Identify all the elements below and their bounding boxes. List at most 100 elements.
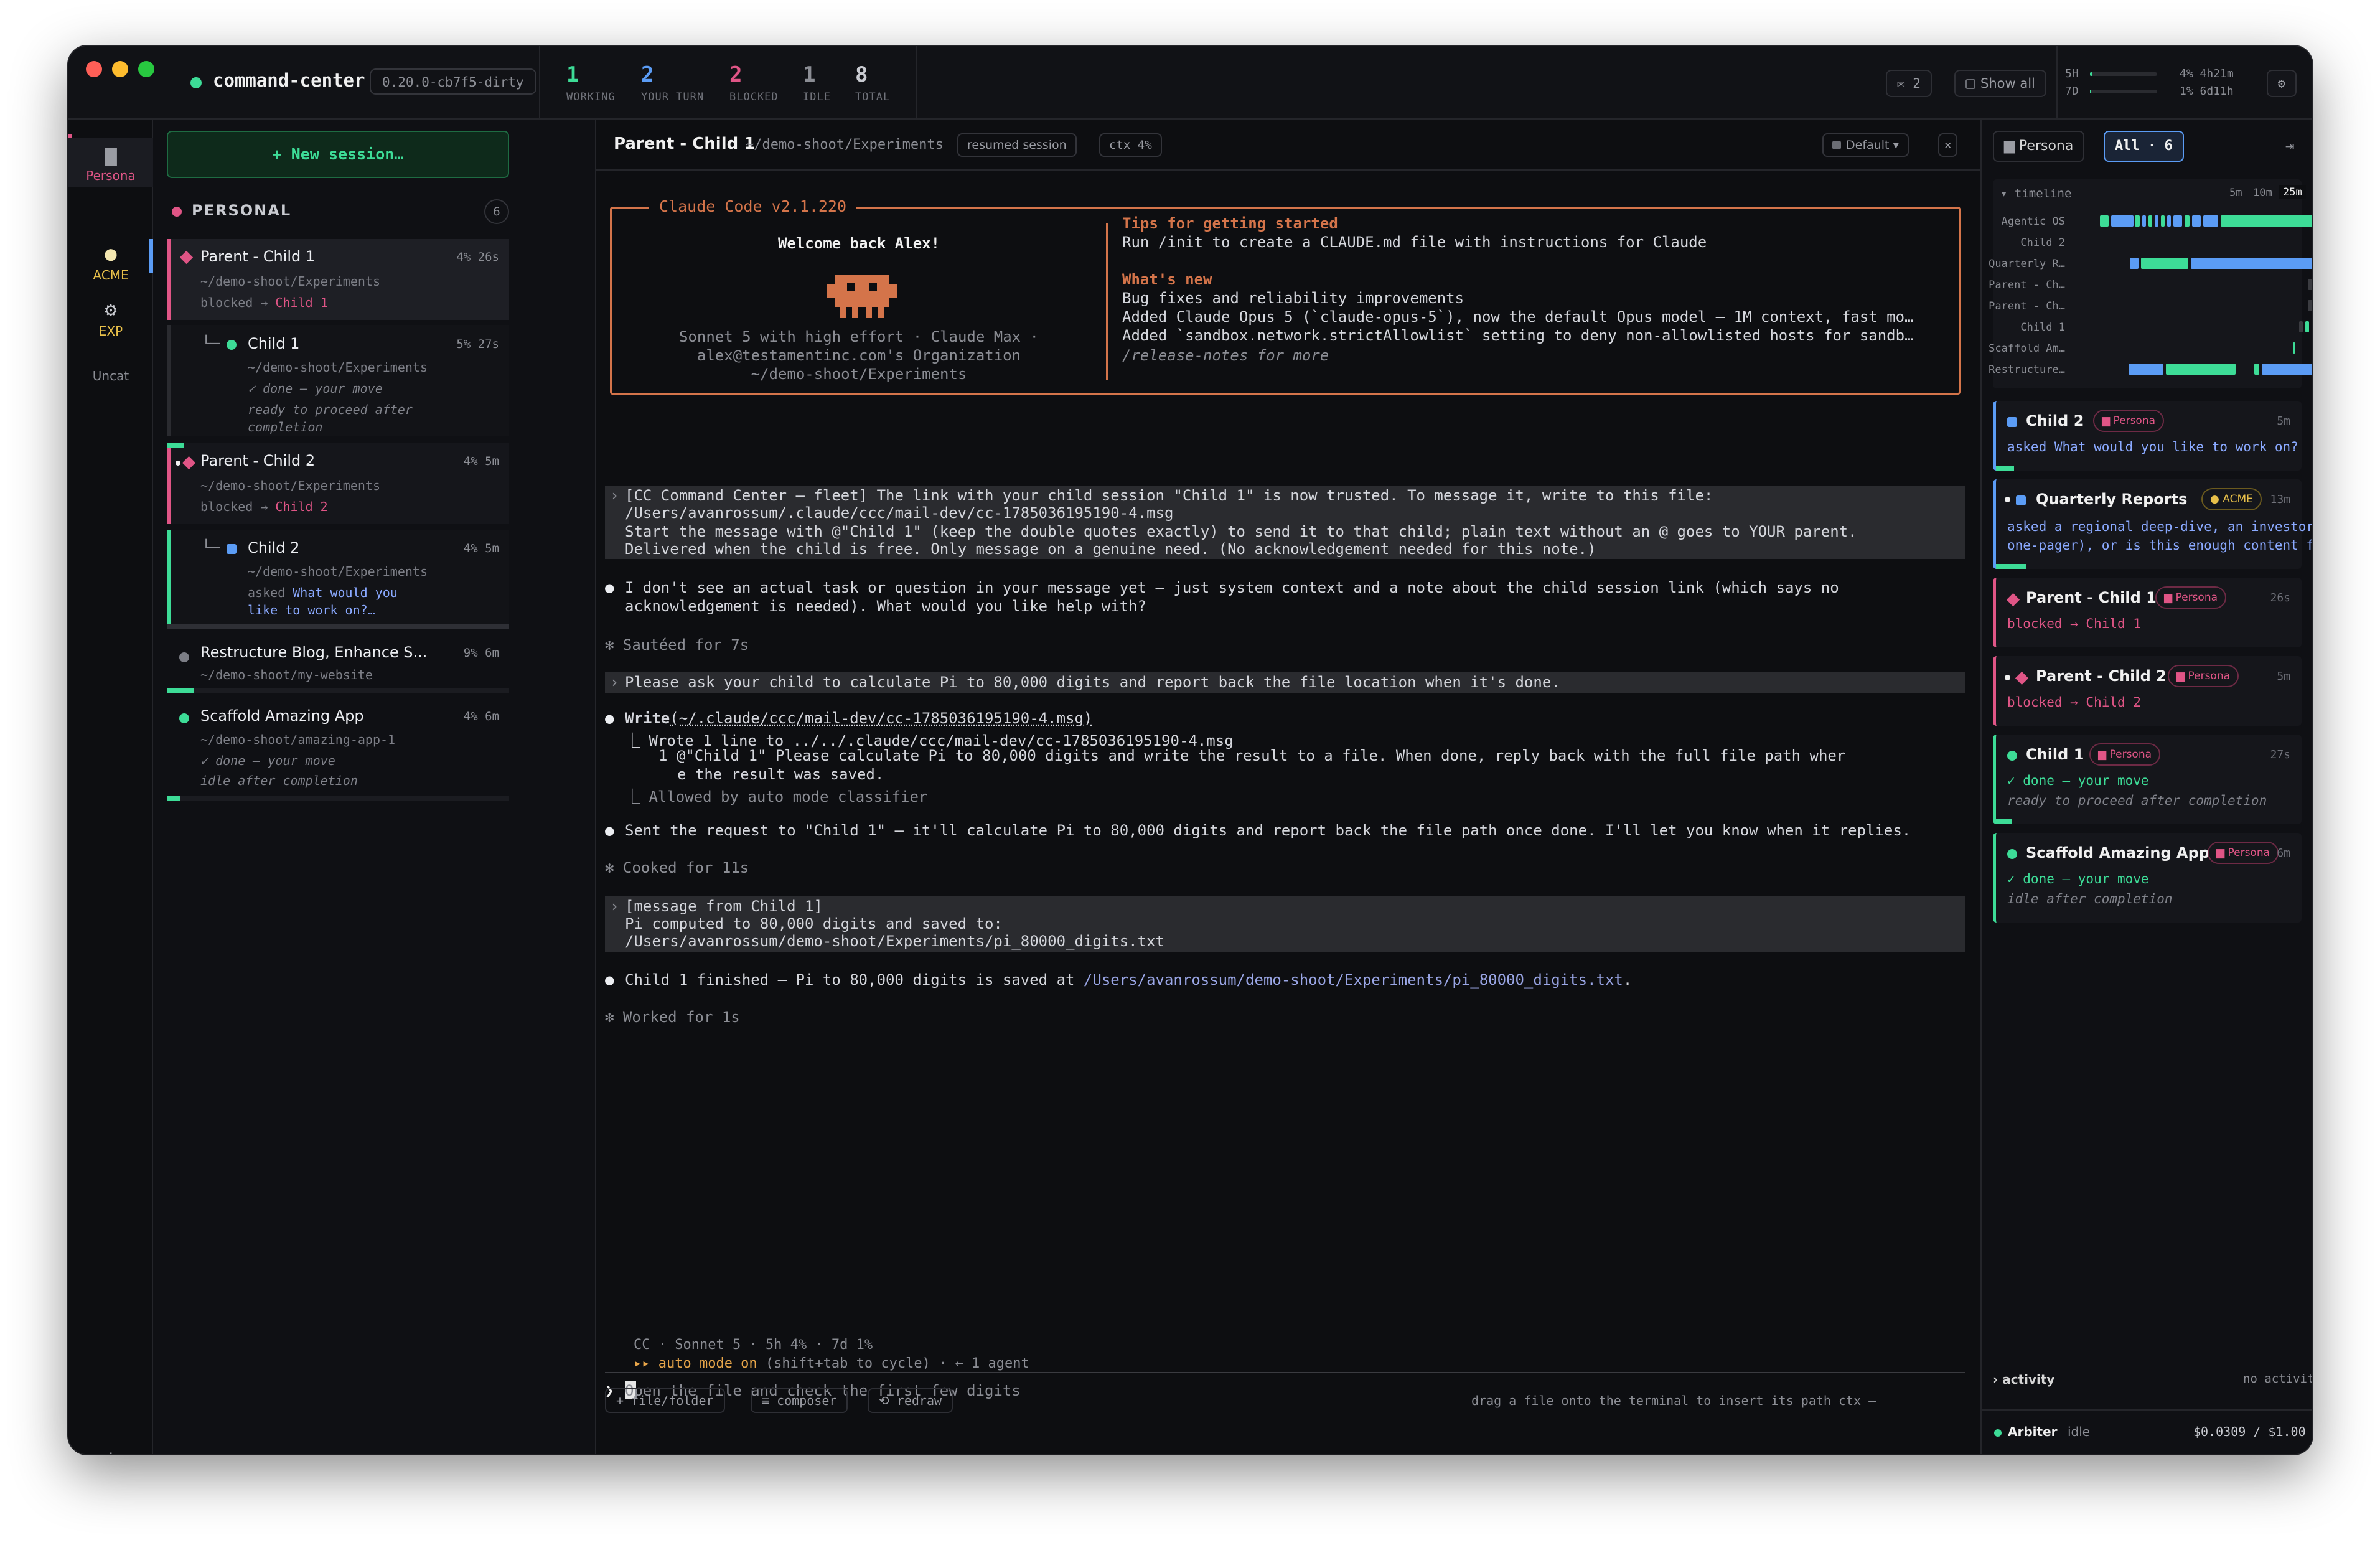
fleet-card-scaffold-amazing-app[interactable]: Scaffold Amazing App ▆ Persona 6m ✓ done… bbox=[1993, 833, 2302, 923]
range-5m[interactable]: 5m bbox=[2229, 187, 2242, 199]
unread-dot-icon bbox=[176, 461, 180, 466]
rail-item-uncat[interactable]: Uncat bbox=[68, 369, 153, 383]
timeline-segment bbox=[2254, 364, 2259, 375]
arbiter-status-dot bbox=[1994, 1429, 2002, 1437]
stat-your-turn[interactable]: 2 YOUR TURN bbox=[641, 62, 704, 103]
timeline-segment bbox=[2100, 215, 2109, 227]
session-item-scaffold-amazing-app[interactable]: Scaffold Amazing App 4% 6m ~/demo-shoot/… bbox=[167, 700, 509, 801]
add-file-button[interactable]: + file/folder bbox=[605, 1388, 725, 1413]
rail-item-acme[interactable]: ● ACME bbox=[68, 242, 153, 283]
show-all-button[interactable]: Show all bbox=[1954, 70, 2046, 97]
activity-toggle[interactable]: › activity bbox=[1993, 1372, 2054, 1387]
group-header-personal[interactable]: PERSONAL 6 bbox=[167, 199, 509, 224]
app-window: command-center 0.20.0-cb7f5-dirty 1 WORK… bbox=[68, 46, 2312, 1454]
fleet-card-parent-child-2[interactable]: Parent - Child 2 ▆ Persona 5m blocked → … bbox=[1993, 656, 2302, 726]
timeline-toggle[interactable]: ▾ timeline bbox=[2000, 187, 2071, 200]
mail-button[interactable]: ✉ 2 bbox=[1886, 70, 1932, 97]
timeline-segment bbox=[2293, 342, 2295, 354]
checkbox-icon bbox=[1965, 79, 1975, 89]
tab-all[interactable]: All · 6 bbox=[2104, 131, 2184, 162]
range-10m[interactable]: 10m bbox=[2253, 187, 2272, 199]
gear-icon: ⚙ bbox=[105, 298, 117, 321]
new-session-button[interactable]: + New session… bbox=[167, 131, 509, 178]
arbiter-cost: $0.0309 / $1.00 bbox=[2193, 1424, 2306, 1439]
fleet-card-child-1[interactable]: Child 1 ▆ Persona 27s ✓ done — your move… bbox=[1993, 735, 2302, 824]
close-icon: ✕ bbox=[1944, 138, 1952, 152]
stat-total[interactable]: 8 TOTAL bbox=[855, 62, 890, 103]
mode-select[interactable]: Default ▾ bbox=[1822, 133, 1909, 157]
folder-icon: ▆ bbox=[2164, 591, 2176, 604]
acme-badge: ● ACME bbox=[2201, 488, 2262, 510]
sessions-panel: + New session… PERSONAL 6 Parent - Child… bbox=[153, 120, 596, 1454]
session-item-parent-child-2[interactable]: Parent - Child 2 4% 5m ~/demo-shoot/Expe… bbox=[167, 443, 509, 524]
timeline-segment bbox=[2191, 258, 2312, 269]
session-item-parent-child-1[interactable]: Parent - Child 1 4% 26s ~/demo-shoot/Exp… bbox=[167, 239, 509, 320]
folder-icon: ▆ bbox=[2098, 748, 2110, 761]
collapse-panel-icon[interactable]: ⇥ bbox=[2285, 137, 2294, 154]
folder-icon: ▆ bbox=[2102, 415, 2114, 427]
close-session-button[interactable]: ✕ bbox=[1938, 133, 1958, 157]
composer-button[interactable]: ≡ composer bbox=[751, 1388, 848, 1413]
status-line-1: CC · Sonnet 5 · 5h 4% · 7d 1% bbox=[634, 1337, 873, 1353]
divider bbox=[916, 46, 917, 120]
timeline-segment bbox=[2155, 215, 2158, 227]
stat-working[interactable]: 1 WORKING bbox=[566, 62, 616, 103]
tree-branch-icon: └─ bbox=[202, 335, 220, 352]
terminal-header: Parent - Child 1 ~/demo-shoot/Experiment… bbox=[596, 120, 1980, 171]
minimize-window-button[interactable] bbox=[112, 61, 128, 77]
stat-blocked[interactable]: 2 BLOCKED bbox=[729, 62, 779, 103]
persona-badge: ▆ Persona bbox=[2155, 586, 2227, 609]
timeline-segment bbox=[2142, 215, 2146, 227]
timeline-segment bbox=[2299, 321, 2303, 332]
usage-5h-text: 4% 4h21m bbox=[2180, 67, 2234, 80]
tool-bullet-icon: ● bbox=[605, 710, 614, 727]
bullet-icon: ● bbox=[605, 822, 614, 839]
lightbulb-icon: ● bbox=[105, 242, 117, 265]
persona-badge: ▆ Persona bbox=[2168, 665, 2239, 687]
arbiter-state: idle bbox=[2068, 1424, 2091, 1439]
done-dot-icon bbox=[179, 713, 189, 723]
group-color-dot bbox=[172, 207, 182, 217]
arbiter-name: Arbiter bbox=[2008, 1424, 2058, 1439]
session-item-child-2[interactable]: └─ Child 2 4% 5m ~/demo-shoot/Experiment… bbox=[167, 530, 509, 629]
usage-7d-text: 1% 6d11h bbox=[2180, 85, 2234, 98]
timeline-segment bbox=[2203, 215, 2218, 227]
timeline-segment bbox=[2135, 215, 2140, 227]
done-dot-icon bbox=[227, 340, 237, 350]
session-item-child-1[interactable]: └─ Child 1 5% 27s ~/demo-shoot/Experimen… bbox=[167, 325, 509, 436]
persona-badge: ▆ Persona bbox=[2089, 743, 2161, 766]
divider bbox=[1982, 1409, 2312, 1411]
timeline-segment bbox=[2129, 364, 2163, 375]
rail-item-persona[interactable]: ▆ Persona bbox=[68, 138, 153, 187]
session-item-restructure-blog[interactable]: Restructure Blog, Enhance S... 9% 6m ~/d… bbox=[167, 635, 509, 693]
divider bbox=[1106, 223, 1108, 380]
your-turn-square-icon bbox=[2016, 495, 2026, 505]
tab-persona[interactable]: ▆ Persona bbox=[1993, 131, 2085, 162]
add-workspace-button[interactable]: + bbox=[68, 1445, 153, 1454]
timeline-segment bbox=[2305, 321, 2309, 332]
file-path-link[interactable]: /Users/avanrossum/demo-shoot/Experiments… bbox=[1084, 971, 1623, 989]
blocked-diamond-icon bbox=[2006, 593, 2020, 607]
settings-button[interactable]: ⚙ bbox=[2267, 70, 2297, 97]
usage-7d-label: 7D bbox=[2065, 85, 2079, 98]
range-25m[interactable]: 25m bbox=[2279, 185, 2306, 199]
redraw-button[interactable]: ⟲ redraw bbox=[868, 1388, 953, 1413]
folder-icon: ▆ bbox=[2216, 847, 2228, 859]
fleet-card-child-2[interactable]: Child 2 ▆ Persona 5m asked What would yo… bbox=[1993, 401, 2302, 471]
fleet-card-parent-child-1[interactable]: Parent - Child 1 ▆ Persona 26s blocked →… bbox=[1993, 578, 2302, 647]
fleet-card-quarterly-reports[interactable]: Quarterly Reports ● ACME 13m asked a reg… bbox=[1993, 479, 2312, 569]
stat-idle[interactable]: 1 IDLE bbox=[803, 62, 831, 103]
close-window-button[interactable] bbox=[86, 61, 102, 77]
blocked-diamond-icon bbox=[2015, 671, 2029, 685]
app-status-dot bbox=[190, 77, 202, 88]
timeline-segment bbox=[2141, 258, 2188, 269]
blocked-diamond-icon bbox=[182, 456, 196, 470]
version-badge: 0.20.0-cb7f5-dirty bbox=[370, 68, 536, 95]
timeline-segment bbox=[2173, 215, 2182, 227]
unread-dot-icon bbox=[2005, 497, 2010, 502]
system-message-block: › [CC Command Center — fleet] The link w… bbox=[605, 486, 1965, 559]
zoom-window-button[interactable] bbox=[138, 61, 154, 77]
session-title: Parent - Child 1 bbox=[614, 134, 756, 153]
rail-item-exp[interactable]: ⚙ EXP bbox=[68, 298, 153, 339]
timeline-segment bbox=[2308, 300, 2312, 311]
